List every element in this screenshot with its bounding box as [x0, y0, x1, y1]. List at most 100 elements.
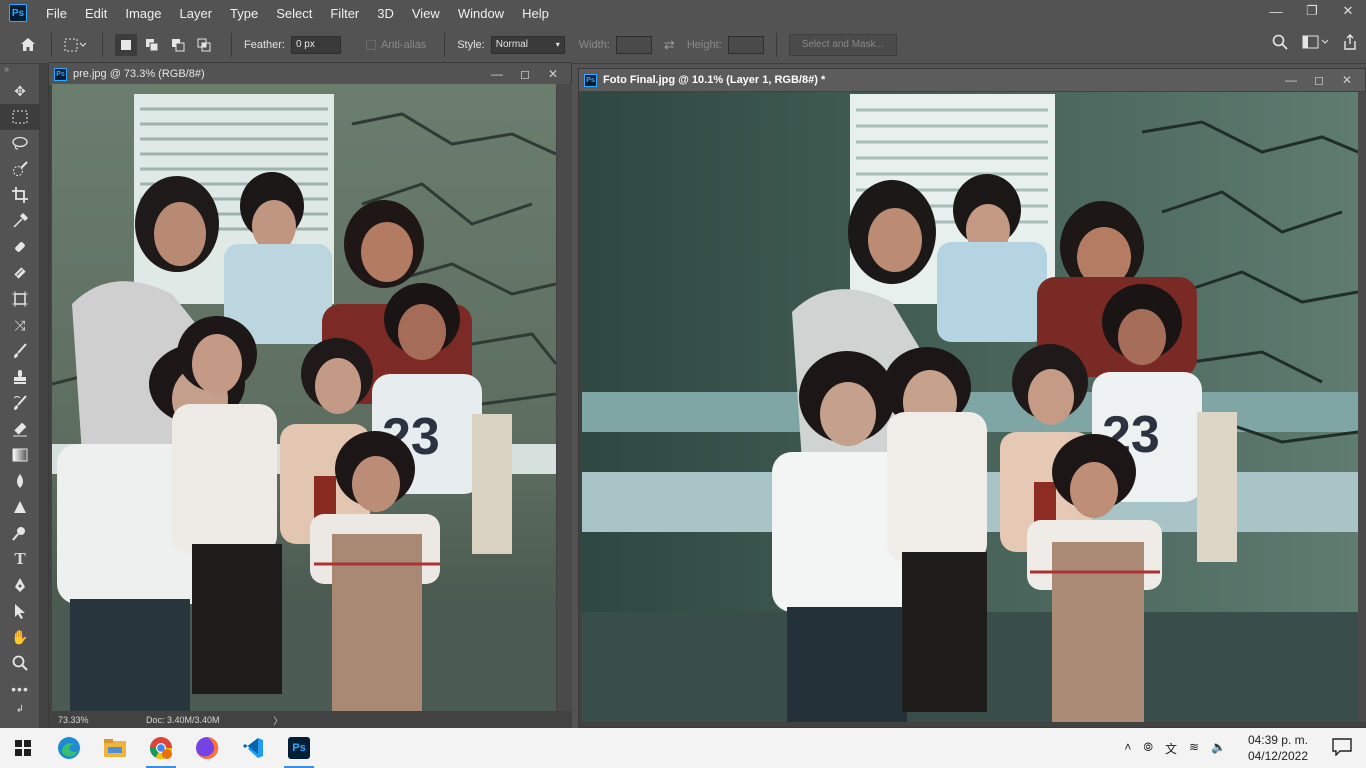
photo-final[interactable]: 23	[582, 92, 1358, 722]
minimize-button[interactable]: —	[1258, 0, 1294, 22]
perspective-icon[interactable]: ⤨	[0, 312, 40, 338]
document-title-right: Foto Final.jpg @ 10.1% (Layer 1, RGB/8#)…	[603, 74, 826, 86]
menu-view[interactable]: View	[412, 6, 440, 21]
divider	[102, 32, 103, 57]
healing-icon[interactable]	[0, 234, 40, 260]
marquee-preset-icon[interactable]	[64, 34, 86, 56]
frame-icon[interactable]	[0, 286, 40, 312]
clock[interactable]: 04:39 p. m. 04/12/2022	[1248, 732, 1308, 764]
photo-original[interactable]: 23	[52, 84, 556, 711]
wifi-icon[interactable]: ≋	[1189, 740, 1199, 757]
hand-icon[interactable]: ✋	[0, 624, 40, 650]
style-select[interactable]: Normal ▾	[490, 35, 565, 54]
doc-minimize-button[interactable]: —	[1277, 73, 1305, 87]
doc-minimize-button[interactable]: —	[483, 67, 511, 81]
width-input[interactable]	[615, 35, 652, 54]
vscode-icon[interactable]	[230, 728, 276, 768]
menu-window[interactable]: Window	[458, 6, 504, 21]
doc-restore-button[interactable]: ◻	[511, 67, 539, 81]
scrollbar-right[interactable]	[1358, 92, 1366, 722]
path-select-icon[interactable]	[0, 598, 40, 624]
quick-select-icon[interactable]	[0, 156, 40, 182]
eyedropper-icon[interactable]	[0, 208, 40, 234]
doc-close-button[interactable]: ✕	[1333, 73, 1361, 87]
eraser-icon[interactable]	[0, 416, 40, 442]
antialias-checkbox[interactable]	[365, 39, 376, 50]
taskbar: Ps ˄ ⦾ 文 ≋ 🔈 04:39 p. m. 04/12/2022	[0, 728, 1366, 768]
swap-colors-icon[interactable]: ↲	[0, 702, 40, 716]
more-icon[interactable]: •••	[0, 676, 40, 702]
select-and-mask-button[interactable]: Select and Mask...	[788, 33, 897, 56]
pen-icon[interactable]	[0, 520, 40, 546]
photoshop-logo-icon: Ps	[9, 4, 27, 22]
chevron-up-icon[interactable]: ˄	[1124, 740, 1131, 757]
home-icon[interactable]	[17, 34, 39, 56]
share-icon[interactable]	[1342, 34, 1358, 50]
gradient-icon[interactable]	[0, 442, 40, 468]
zoom-level[interactable]: 73.33%	[58, 715, 138, 725]
close-button[interactable]: ✕	[1330, 0, 1366, 22]
status-chevron-icon[interactable]: 〉	[274, 714, 283, 727]
photoshop-icon[interactable]: Ps	[276, 728, 322, 768]
blur-icon[interactable]	[0, 468, 40, 494]
new-selection-icon[interactable]	[115, 33, 137, 56]
document-tab-right[interactable]: Ps Foto Final.jpg @ 10.1% (Layer 1, RGB/…	[579, 69, 1365, 91]
style-select-value: Normal	[495, 39, 528, 50]
clock-time: 04:39 p. m.	[1247, 733, 1308, 747]
dodge-icon[interactable]	[0, 494, 40, 520]
system-tray: ˄ ⦾ 文 ≋ 🔈	[1124, 740, 1226, 757]
divider	[231, 32, 232, 57]
chrome-icon[interactable]	[138, 728, 184, 768]
right-options	[1272, 34, 1358, 50]
type-icon[interactable]: T	[0, 546, 40, 572]
menu-help[interactable]: Help	[522, 6, 549, 21]
height-input[interactable]	[727, 35, 764, 54]
zoom-icon[interactable]	[0, 650, 40, 676]
antialias-label: Anti-alias	[380, 38, 427, 51]
doc-restore-button[interactable]: ◻	[1305, 73, 1333, 87]
lasso-icon[interactable]	[0, 130, 40, 156]
move-icon[interactable]: ✥	[0, 78, 40, 104]
doc-close-button[interactable]: ✕	[539, 67, 567, 81]
clone-stamp-icon[interactable]	[0, 364, 40, 390]
workspace-icon[interactable]	[1302, 35, 1328, 49]
history-brush-icon[interactable]	[0, 390, 40, 416]
marquee-icon[interactable]	[0, 104, 40, 130]
collapse-icon[interactable]: »	[0, 64, 39, 78]
notification-icon[interactable]	[1332, 738, 1352, 757]
window-controls: — ❐ ✕	[1258, 0, 1366, 22]
volume-icon[interactable]: 🔈	[1211, 740, 1226, 757]
panel-gutter	[40, 64, 48, 728]
menu-image[interactable]: Image	[125, 6, 161, 21]
file-explorer-icon[interactable]	[92, 728, 138, 768]
divider	[444, 32, 446, 57]
document-tab-left[interactable]: Ps pre.jpg @ 73.3% (RGB/8#) — ◻ ✕	[49, 63, 571, 85]
menu-filter[interactable]: Filter	[330, 6, 359, 21]
menu-file[interactable]: File	[46, 6, 67, 21]
menu-layer[interactable]: Layer	[180, 6, 213, 21]
subtract-selection-icon[interactable]	[167, 34, 189, 56]
firefox-icon[interactable]	[184, 728, 230, 768]
crop-icon[interactable]	[0, 182, 40, 208]
menu-edit[interactable]: Edit	[85, 6, 107, 21]
language-icon[interactable]: 文	[1165, 740, 1177, 757]
add-selection-icon[interactable]	[141, 34, 163, 56]
tools-panel: » ✥ ⤨ T ✋ ••• ↲	[0, 64, 40, 728]
menu-select[interactable]: Select	[276, 6, 312, 21]
search-icon[interactable]	[1272, 34, 1288, 50]
scrollbar-left[interactable]	[557, 84, 572, 711]
menu-3d[interactable]: 3D	[377, 6, 394, 21]
document-title-left: pre.jpg @ 73.3% (RGB/8#)	[73, 68, 205, 80]
edge-icon[interactable]	[46, 728, 92, 768]
brush-icon[interactable]	[0, 260, 40, 286]
swap-icon[interactable]: ⇄	[664, 37, 675, 53]
restore-button[interactable]: ❐	[1294, 0, 1330, 22]
paint-brush-icon[interactable]	[0, 338, 40, 364]
intersect-selection-icon[interactable]	[193, 34, 215, 56]
path-pen-icon[interactable]	[0, 572, 40, 598]
windows-start-icon[interactable]	[0, 728, 46, 768]
meet-icon[interactable]: ⦾	[1143, 740, 1153, 757]
feather-input[interactable]: 0 px	[290, 35, 341, 54]
menu-type[interactable]: Type	[230, 6, 258, 21]
height-label: Height:	[686, 38, 722, 51]
